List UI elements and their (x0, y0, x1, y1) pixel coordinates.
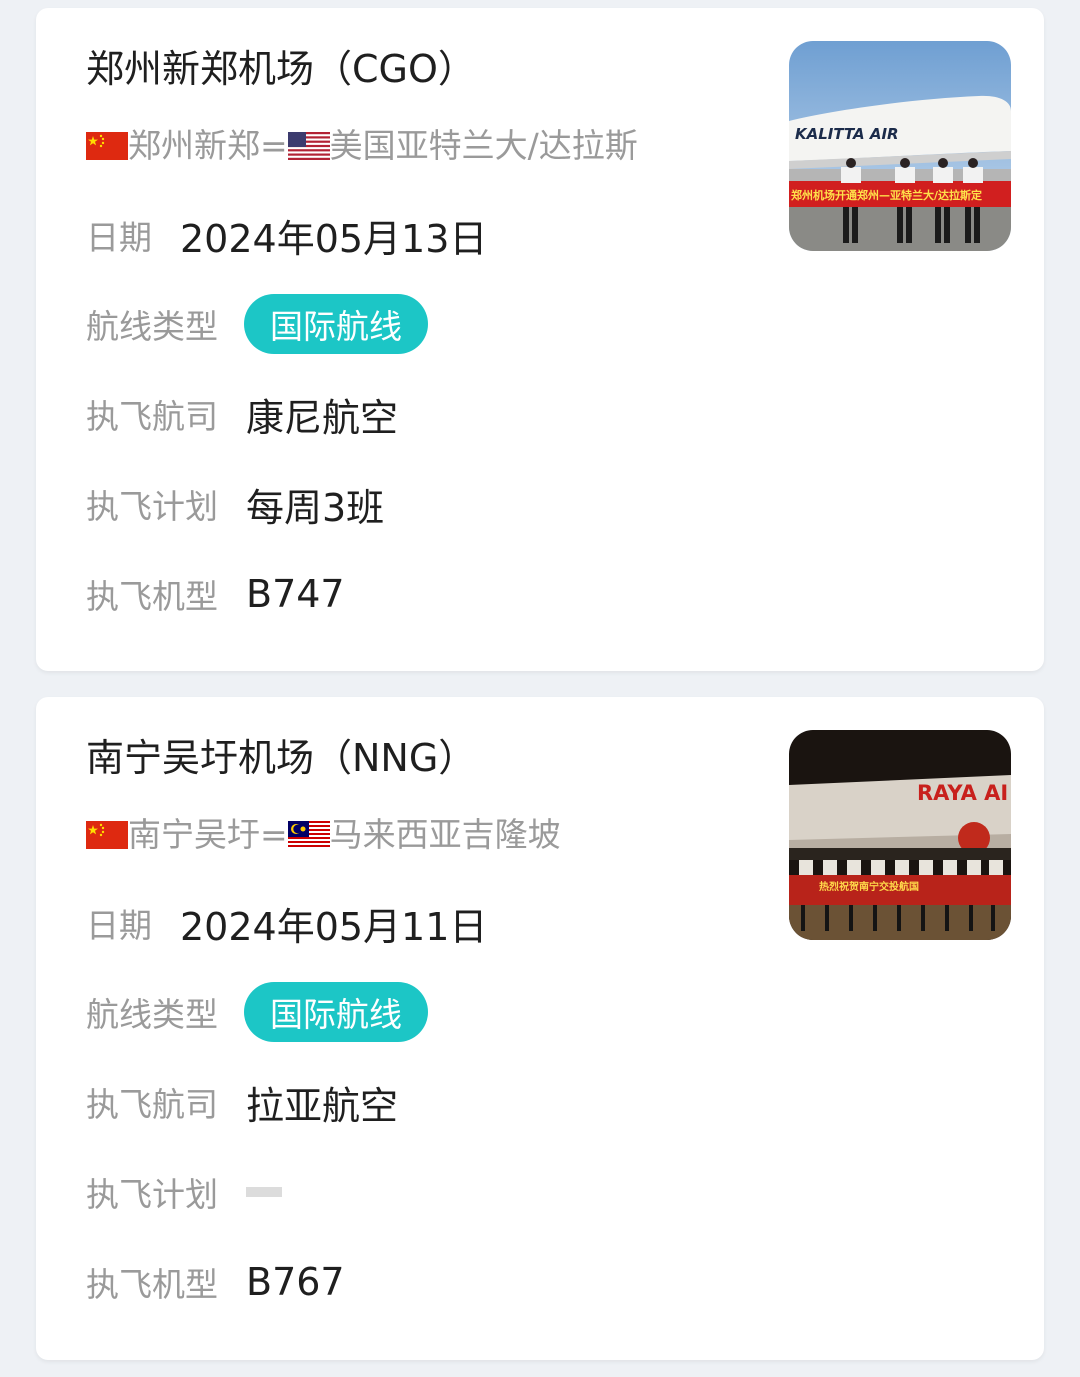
route-type-label: 航线类型 (86, 995, 218, 1034)
schedule-label: 执飞计划 (86, 1175, 218, 1214)
route-type-badge: 国际航线 (244, 982, 428, 1042)
aircraft-row: 执飞机型 B747 (86, 564, 345, 624)
route-line: 南宁吴圩= 马来西亚吉隆坡 (86, 815, 561, 855)
airline-label: 执飞航司 (86, 397, 218, 436)
schedule-row: 执飞计划 每周3班 (86, 474, 384, 534)
route-line: 郑州新郑= 美国亚特兰大/达拉斯 (86, 126, 638, 166)
schedule-row: 执飞计划 (86, 1162, 282, 1222)
schedule-empty-placeholder (246, 1187, 282, 1197)
schedule-value: 每周3班 (246, 485, 385, 530)
photo-banner-text: 热烈祝贺南宁交投航国 (819, 880, 919, 893)
date-row: 日期 2024年05月11日 (86, 893, 487, 953)
origin-text: 南宁吴圩= (128, 815, 288, 854)
origin-text: 郑州新郑= (128, 126, 288, 165)
route-photo[interactable]: KALITTA AIR 郑州机场开通郑州—亚特兰大/达拉斯定 (789, 41, 1011, 251)
date-label: 日期 (86, 218, 152, 257)
schedule-label: 执飞计划 (86, 487, 218, 526)
route-card[interactable]: 郑州新郑机场（CGO） 郑州新郑= 美国亚特兰大/达拉斯 KALITTA AIR… (36, 8, 1044, 671)
destination-text: 马来西亚吉隆坡 (329, 815, 561, 854)
photo-banner-text: 郑州机场开通郑州—亚特兰大/达拉斯定 (791, 188, 982, 202)
route-photo[interactable]: RAYA AI 热烈祝贺南宁交投航国 (789, 730, 1011, 940)
photo-airline-text: KALITTA AIR (795, 125, 899, 143)
china-flag-icon (86, 821, 128, 849)
aircraft-label: 执飞机型 (86, 577, 218, 616)
date-row: 日期 2024年05月13日 (86, 205, 487, 265)
route-type-row: 航线类型 国际航线 (86, 982, 428, 1042)
airline-row: 执飞航司 拉亚航空 (86, 1072, 398, 1132)
photo-airline-text: RAYA AI (917, 781, 1008, 805)
airline-value: 拉亚航空 (246, 1083, 399, 1128)
date-value: 2024年05月13日 (180, 216, 488, 261)
date-label: 日期 (86, 906, 152, 945)
route-type-badge: 国际航线 (244, 294, 428, 354)
airline-label: 执飞航司 (86, 1085, 218, 1124)
destination-text: 美国亚特兰大/达拉斯 (329, 126, 638, 165)
malaysia-flag-icon (287, 821, 330, 849)
date-value: 2024年05月11日 (180, 904, 488, 949)
route-card[interactable]: 南宁吴圩机场（NNG） 南宁吴圩= 马来西亚吉隆坡 RAYA AI 热烈祝贺南宁… (36, 697, 1044, 1360)
airport-title: 南宁吴圩机场（NNG） (86, 736, 477, 780)
airport-title: 郑州新郑机场（CGO） (86, 47, 476, 91)
airline-value: 康尼航空 (246, 395, 399, 440)
aircraft-row: 执飞机型 B767 (86, 1252, 345, 1312)
route-type-label: 航线类型 (86, 307, 218, 346)
aircraft-value: B747 (246, 572, 345, 616)
usa-flag-icon (287, 132, 330, 160)
aircraft-label: 执飞机型 (86, 1265, 218, 1304)
china-flag-icon (86, 132, 128, 160)
aircraft-value: B767 (246, 1260, 345, 1304)
airline-row: 执飞航司 康尼航空 (86, 384, 398, 444)
route-type-row: 航线类型 国际航线 (86, 294, 428, 354)
